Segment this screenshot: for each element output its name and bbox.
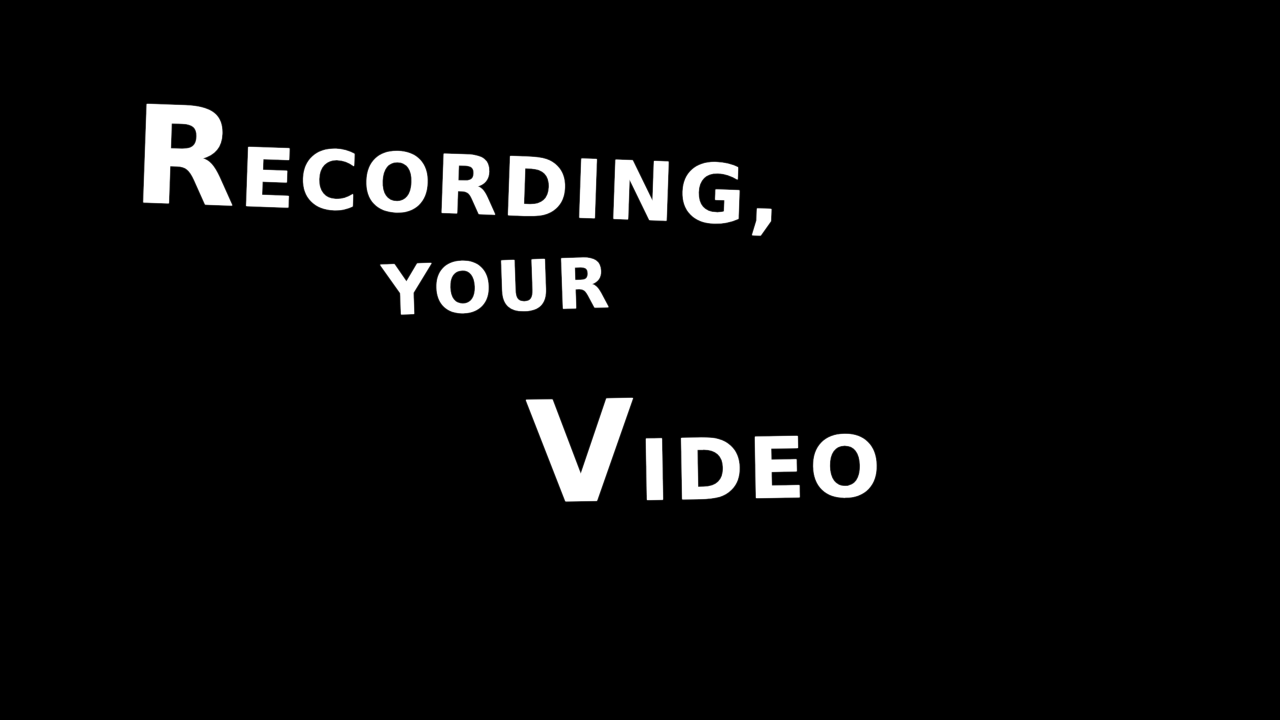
title-line-recording: RECORDING, xyxy=(130,77,787,246)
title-line-your: YOUR xyxy=(380,230,615,332)
title-word-remainder: IDEO xyxy=(638,417,886,521)
title-word-remainder: ECORDING, xyxy=(238,131,786,245)
title-card: RECORDING, YOUR VIDEO xyxy=(0,0,1280,720)
title-line-video: VIDEO xyxy=(525,371,886,536)
title-initial-letter: V xyxy=(524,371,640,536)
title-word: YOUR xyxy=(380,243,615,332)
title-initial-letter: R xyxy=(129,77,244,238)
